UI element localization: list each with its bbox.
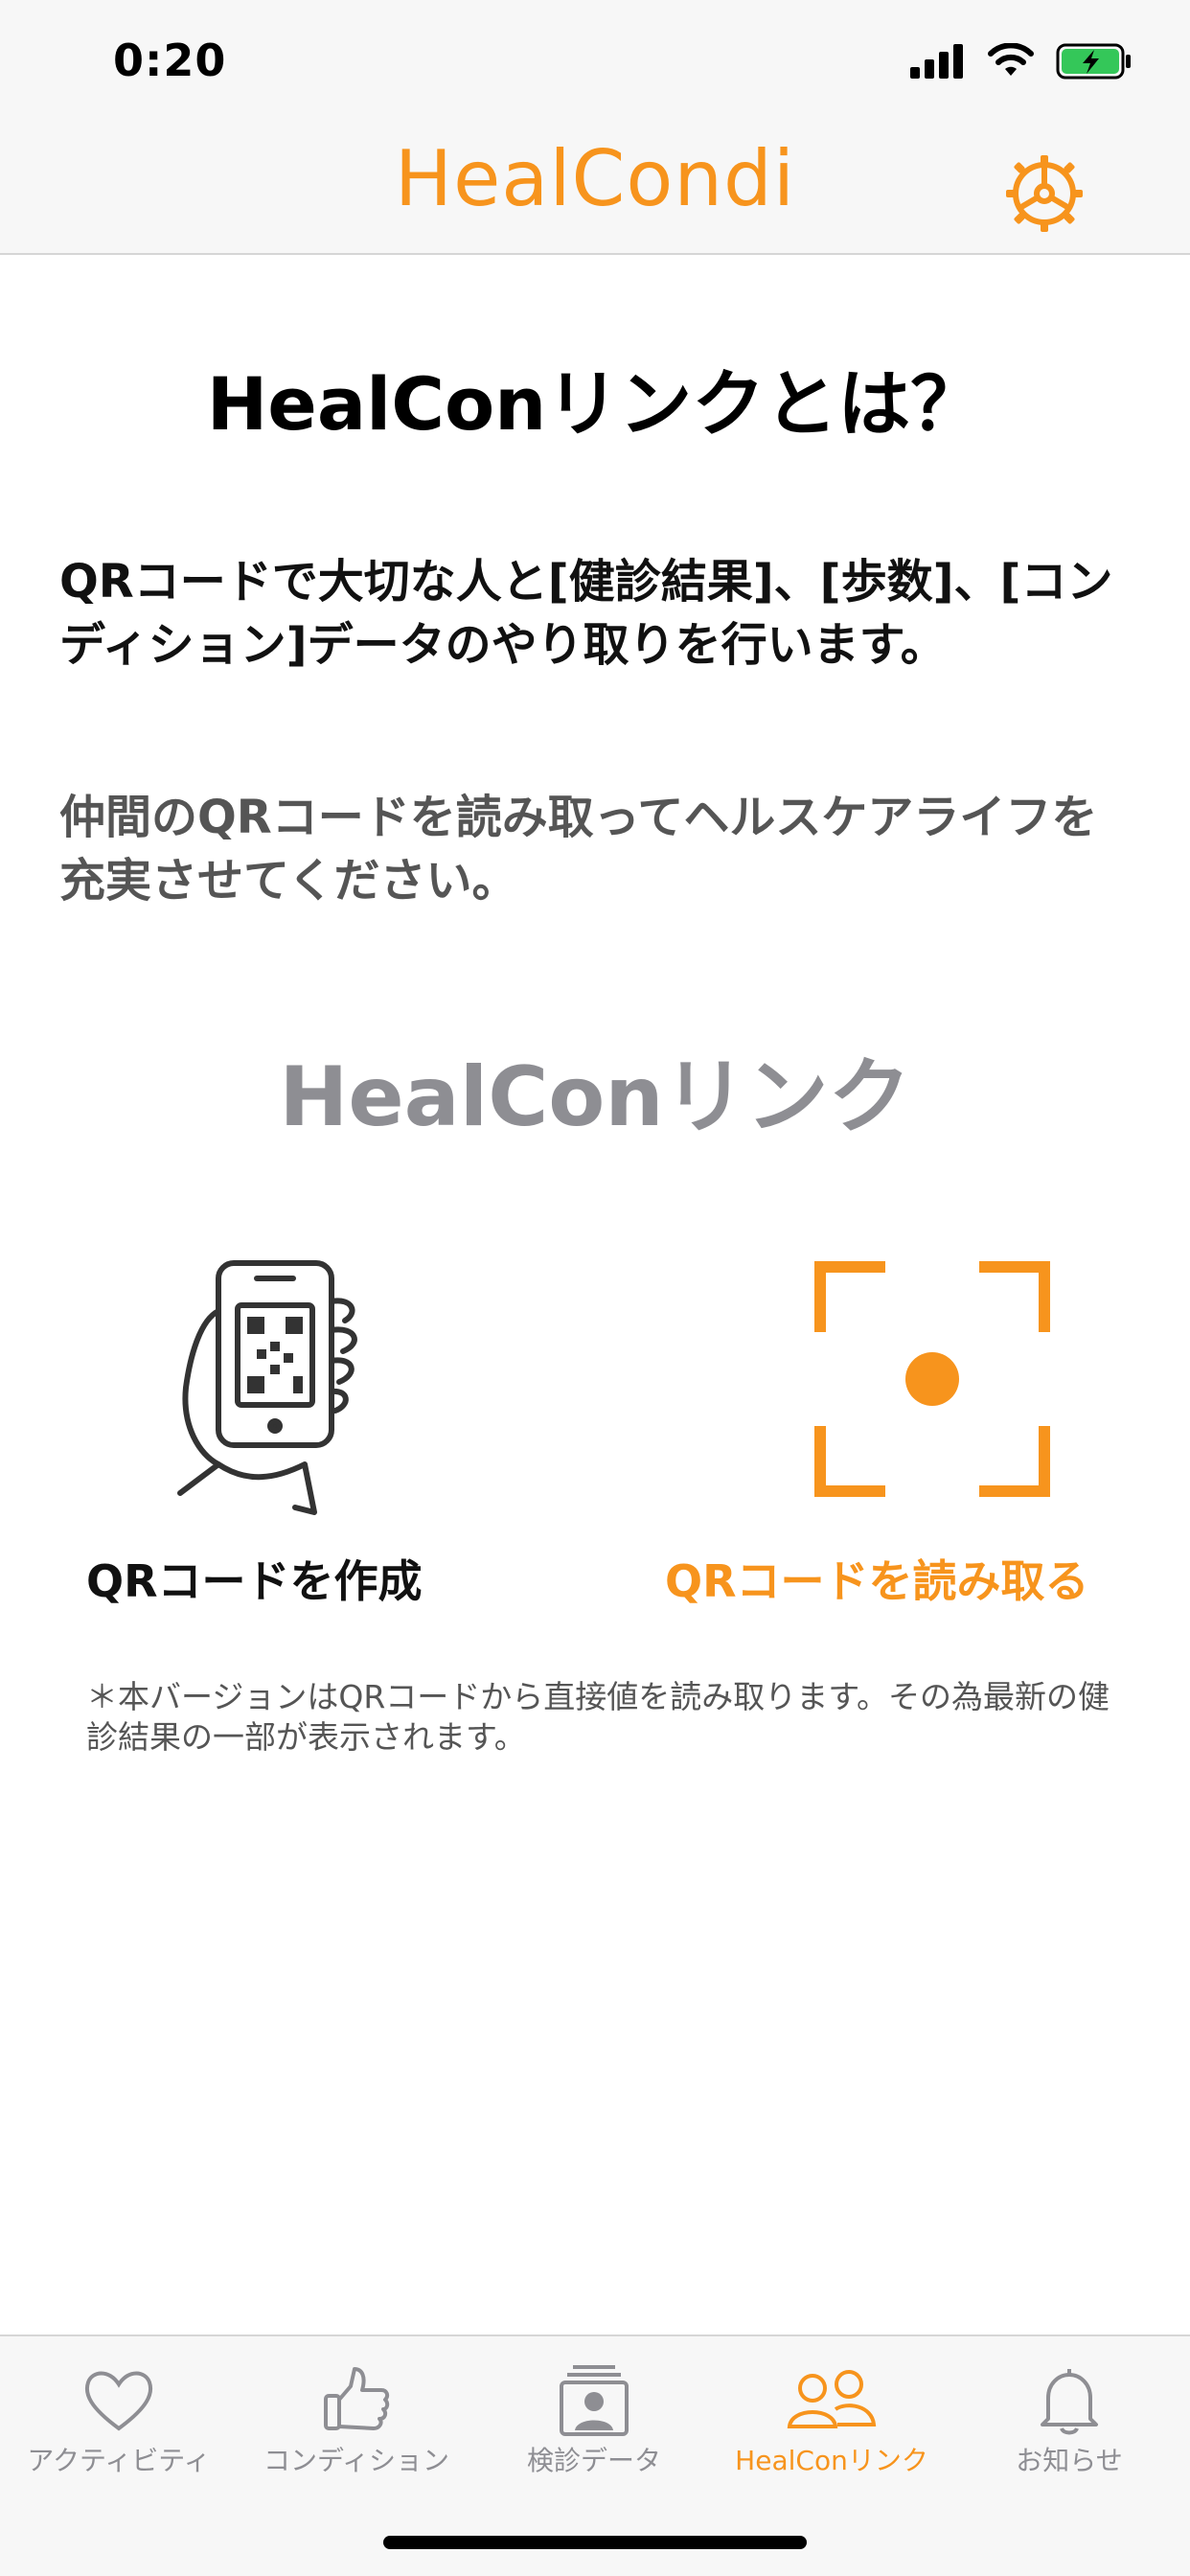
tab-label: コンディション: [263, 2445, 450, 2476]
tab-label: アクティビティ: [27, 2445, 211, 2476]
bell-icon: [1041, 2369, 1098, 2435]
status-bar: 0:20: [0, 0, 1190, 126]
tab-label: お知らせ: [1016, 2445, 1123, 2476]
status-icons: [910, 42, 1133, 80]
navigation-bar: HealCondi: [0, 126, 1190, 255]
create-qr-label: QRコードを作成: [86, 1555, 423, 1607]
tab-activity[interactable]: アクティビティ: [0, 2336, 238, 2499]
scan-qr-label: QRコードを読み取る: [665, 1555, 1089, 1607]
cellular-signal-icon: [910, 44, 963, 79]
heart-icon: [84, 2371, 153, 2431]
page-title: HealConリンクとは？: [206, 361, 984, 447]
battery-charging-icon: [1056, 43, 1131, 80]
thumbs-up-icon: [324, 2367, 390, 2430]
tab-bar: アクティビティ コンディション 検診データ HealConリンク お知らせ: [0, 2334, 1190, 2576]
description-text: QRコードで大切な人と[健診結果]、[歩数]、[コンディション]データのやり取り…: [59, 555, 1113, 672]
tab-notifications[interactable]: お知らせ: [950, 2336, 1188, 2499]
tab-label: 検診データ: [526, 2445, 661, 2476]
scan-frame-icon: [814, 1261, 1050, 1497]
section-title: HealConリンク: [279, 1049, 911, 1145]
tab-healcon-link[interactable]: HealConリンク: [713, 2336, 950, 2499]
people-icon: [787, 2370, 877, 2428]
phone-qr-icon: [177, 1260, 357, 1515]
home-indicator: [383, 2536, 807, 2549]
gear-icon: [1006, 155, 1083, 232]
profile-card-icon: [560, 2365, 629, 2436]
tab-checkup-data[interactable]: 検診データ: [475, 2336, 713, 2499]
version-note: ＊本バージョンはQRコードから直接値を読み取ります。その為最新の健診結果の一部が…: [86, 1678, 1110, 1756]
status-time: 0:20: [113, 34, 227, 86]
sub-description-text: 仲間のQRコードを読み取ってヘルスケアライフを充実させてください。: [59, 791, 1098, 908]
settings-button[interactable]: [1002, 151, 1087, 236]
tab-label: HealConリンク: [735, 2445, 928, 2476]
tab-condition[interactable]: コンディション: [238, 2336, 475, 2499]
wifi-icon: [988, 43, 1034, 76]
